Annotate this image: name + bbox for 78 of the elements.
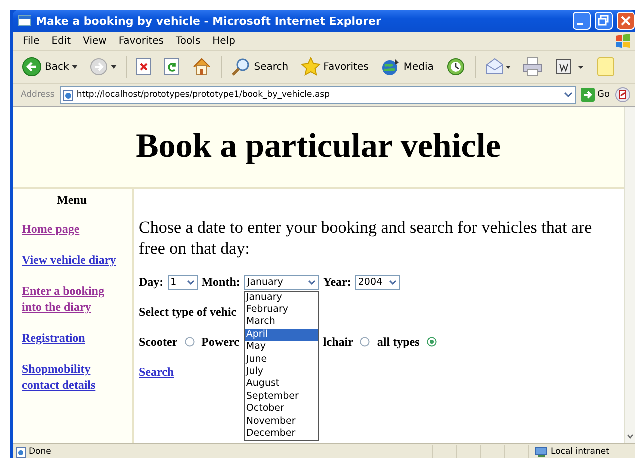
- menu-item[interactable]: View: [77, 36, 113, 46]
- pdf-document-icon[interactable]: [615, 87, 631, 103]
- dropdown-chevron-icon: [186, 280, 195, 284]
- month-option[interactable]: January: [245, 292, 318, 304]
- menu-item[interactable]: File: [17, 36, 46, 46]
- day-label: Day:: [139, 274, 164, 290]
- home-icon: [192, 57, 212, 77]
- dropdown-caret-icon: [72, 65, 78, 69]
- dropdown-caret-icon: [111, 65, 118, 69]
- favorites-button[interactable]: Favorites: [298, 55, 372, 79]
- radio-button[interactable]: [426, 337, 437, 347]
- restore-button[interactable]: [595, 12, 613, 30]
- star-icon: [300, 57, 321, 77]
- month-label: Month:: [202, 274, 240, 290]
- intro-text: Chose a date to enter your booking and search for vehicles that are free on that day:: [139, 217, 594, 259]
- dropdown-chevron-icon: [388, 280, 397, 284]
- printer-icon: [522, 57, 543, 77]
- page-icon: [62, 90, 74, 100]
- media-button[interactable]: Media: [378, 55, 437, 79]
- month-option[interactable]: May: [245, 341, 318, 354]
- month-option[interactable]: June: [245, 354, 318, 366]
- menu-link[interactable]: Home page: [22, 221, 80, 237]
- minimize-button[interactable]: [573, 12, 591, 30]
- browser-window-icon: [18, 14, 32, 28]
- media-globe-icon: [380, 57, 401, 77]
- menu-link[interactable]: Registration: [22, 330, 86, 346]
- dropdown-chevron-icon: [308, 280, 316, 284]
- month-option[interactable]: February: [245, 304, 318, 316]
- menu-item[interactable]: Help: [206, 36, 242, 46]
- month-option[interactable]: March: [245, 316, 318, 329]
- menu-item[interactable]: Edit: [46, 36, 78, 46]
- menu-item[interactable]: Tools: [170, 36, 207, 46]
- day-select[interactable]: 1: [168, 274, 198, 290]
- status-text: Done: [29, 447, 52, 457]
- menu-link[interactable]: Shopmobility contact details: [22, 361, 122, 393]
- mail-icon: [484, 57, 511, 77]
- month-select[interactable]: January: [244, 274, 320, 290]
- year-label: Year:: [323, 274, 352, 290]
- radio-button[interactable]: [360, 337, 370, 347]
- vehicle-type-label: Powerc: [202, 334, 240, 350]
- go-button[interactable]: Go: [580, 88, 610, 102]
- month-option[interactable]: July: [245, 366, 318, 378]
- history-clock-icon: [446, 57, 466, 77]
- month-option[interactable]: December: [245, 428, 318, 440]
- dropdown-chevron-icon: [564, 92, 573, 98]
- vehicle-type-label: Scooter: [139, 334, 178, 350]
- stop-icon: [136, 58, 152, 76]
- vertical-scrollbar[interactable]: [624, 107, 635, 443]
- page-icon: [16, 446, 26, 458]
- page-heading: Book a particular vehicle: [136, 128, 501, 166]
- vehicle-type-label: all types: [377, 334, 420, 350]
- search-icon: [231, 57, 252, 77]
- note-icon: [596, 57, 615, 77]
- window-title: Make a booking by vehicle - Microsoft Internet Explorer: [36, 14, 382, 28]
- month-option[interactable]: September: [245, 390, 318, 404]
- address-field[interactable]: http://localhost/prototypes/prototype1/book_by_vehicle.asp: [60, 86, 576, 104]
- back-button[interactable]: Back: [19, 55, 82, 79]
- month-option[interactable]: August: [245, 378, 318, 391]
- menu-item[interactable]: Favorites: [112, 36, 170, 46]
- month-option[interactable]: October: [245, 403, 318, 416]
- address-label: Address: [21, 90, 55, 100]
- security-zone-text: Local intranet: [551, 447, 610, 457]
- menu-title: Menu: [56, 193, 88, 208]
- month-option[interactable]: April: [245, 328, 318, 342]
- edit-document-icon: [554, 58, 585, 76]
- menu-link[interactable]: Enter a booking into the diary: [22, 283, 122, 315]
- vehicle-type-label: lchair: [323, 334, 354, 350]
- month-option[interactable]: November: [245, 416, 318, 428]
- year-select[interactable]: 2004: [355, 274, 400, 290]
- windows-flag-icon: [615, 34, 631, 48]
- search-button[interactable]: Search: [228, 55, 292, 79]
- search-link[interactable]: Search: [139, 365, 174, 379]
- refresh-icon: [164, 58, 180, 76]
- vehicle-type-prompt: Select type of vehic: [139, 304, 237, 320]
- menu-link[interactable]: View vehicle diary: [22, 252, 116, 268]
- close-button[interactable]: [617, 12, 635, 30]
- go-arrow-icon: [580, 88, 595, 102]
- radio-button[interactable]: [184, 337, 195, 347]
